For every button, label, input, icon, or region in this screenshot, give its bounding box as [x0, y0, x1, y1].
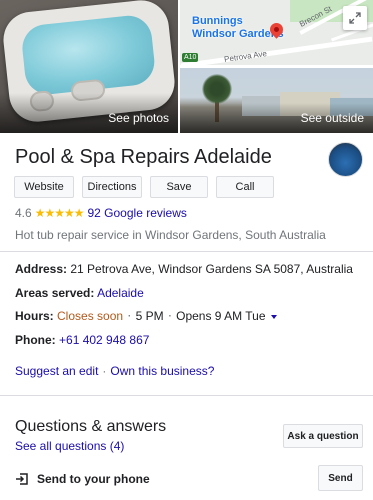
business-name: Pool & Spa Repairs Adelaide [15, 146, 272, 168]
map-street-label: Petrova Ave [223, 49, 268, 64]
rating-value: 4.6 [15, 206, 32, 220]
hours-row[interactable]: Hours: Closes soon ⋅ 5 PM ⋅ Opens 9 AM T… [15, 309, 277, 323]
areas-served-label: Areas served: [15, 286, 95, 300]
hours-open-time: Opens 9 AM Tue [176, 309, 266, 323]
photo-header: See photos Bunnings Windsor Gardens Brec… [0, 0, 373, 133]
hours-status: Closes soon [57, 309, 124, 323]
rating-row: 4.6 ★★★★★ 92 Google reviews [15, 206, 187, 220]
phone-row: Phone: +61 402 948 867 [15, 333, 149, 347]
divider [0, 395, 373, 396]
areas-served-row: Areas served: Adelaide [15, 286, 144, 300]
call-button[interactable]: Call [216, 176, 274, 198]
business-logo-avatar[interactable] [328, 142, 363, 177]
road-shield: A10 [182, 53, 199, 62]
palm-tree [202, 74, 232, 104]
send-to-phone-row: Send to your phone [15, 472, 150, 486]
business-category: Hot tub repair service in Windsor Garden… [15, 228, 326, 242]
save-button[interactable]: Save [150, 176, 208, 198]
send-to-phone-icon [16, 473, 28, 485]
expand-map-button[interactable] [343, 6, 367, 30]
see-all-questions-link[interactable]: See all questions (4) [15, 439, 124, 453]
hours-dot: ⋅ [167, 309, 172, 323]
photos-tile[interactable]: See photos [0, 0, 178, 133]
expand-icon [349, 12, 361, 24]
phone-link[interactable]: +61 402 948 867 [59, 333, 149, 347]
see-photos-label[interactable]: See photos [108, 111, 169, 125]
phone-label: Phone: [15, 333, 56, 347]
areas-served-link[interactable]: Adelaide [97, 286, 144, 300]
ask-question-button[interactable]: Ask a question [283, 424, 363, 448]
chevron-down-icon[interactable] [270, 314, 277, 319]
separator: · [102, 364, 107, 378]
edit-links: Suggest an edit · Own this business? [15, 364, 214, 378]
map-tile[interactable]: Bunnings Windsor Gardens Brecon St Petro… [180, 0, 373, 65]
directions-button[interactable]: Directions [82, 176, 142, 198]
qa-title: Questions & answers [15, 418, 167, 435]
see-outside-label[interactable]: See outside [301, 111, 364, 125]
divider [0, 251, 373, 252]
suggest-edit-link[interactable]: Suggest an edit [15, 364, 98, 378]
website-button[interactable]: Website [14, 176, 74, 198]
hours-close-time: 5 PM [135, 309, 164, 323]
address-value: 21 Petrova Ave, Windsor Gardens SA 5087,… [70, 262, 353, 276]
address-label: Address: [15, 262, 68, 276]
address-row: Address: 21 Petrova Ave, Windsor Gardens… [15, 262, 353, 276]
send-button[interactable]: Send [318, 465, 363, 491]
send-to-phone-label: Send to your phone [37, 472, 150, 486]
own-business-link[interactable]: Own this business? [110, 364, 214, 378]
hours-dot: ⋅ [127, 309, 132, 323]
hours-label: Hours: [15, 309, 54, 323]
reviews-link[interactable]: 92 Google reviews [87, 206, 186, 220]
action-buttons: Website Directions Save Call [14, 176, 274, 198]
street-view-tile[interactable]: See outside [180, 68, 373, 133]
star-rating-icon: ★★★★★ [34, 206, 85, 220]
